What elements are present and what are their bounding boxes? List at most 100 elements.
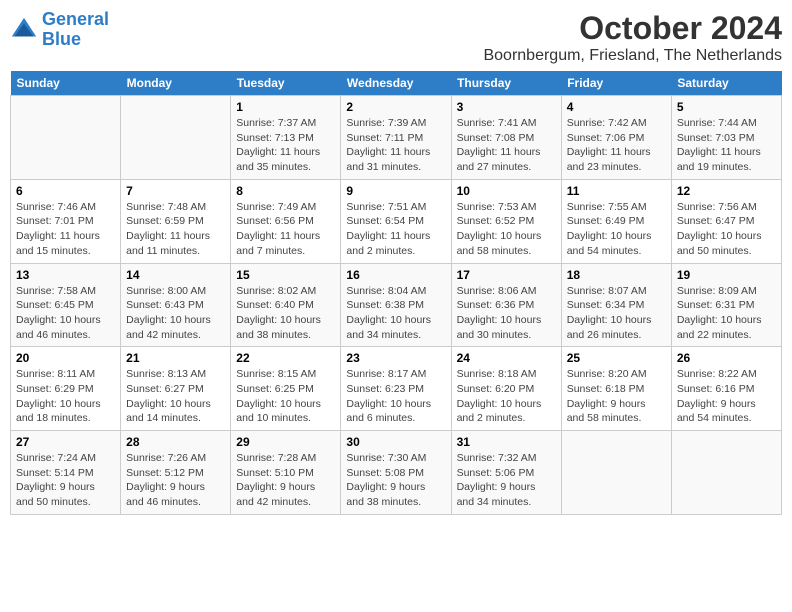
- day-info: Sunrise: 8:17 AM Sunset: 6:23 PM Dayligh…: [346, 367, 445, 426]
- calendar-cell: 11 Sunrise: 7:55 AM Sunset: 6:49 PM Dayli…: [561, 179, 671, 263]
- calendar-cell: [11, 96, 121, 180]
- calendar-cell: 31 Sunrise: 7:32 AM Sunset: 5:06 PM Dayli…: [451, 431, 561, 515]
- header-thursday: Thursday: [451, 71, 561, 96]
- day-info: Sunrise: 8:18 AM Sunset: 6:20 PM Dayligh…: [457, 367, 556, 426]
- day-info: Sunrise: 7:39 AM Sunset: 7:11 PM Dayligh…: [346, 116, 445, 175]
- day-info: Sunrise: 7:51 AM Sunset: 6:54 PM Dayligh…: [346, 200, 445, 259]
- day-info: Sunrise: 7:55 AM Sunset: 6:49 PM Dayligh…: [567, 200, 666, 259]
- day-info: Sunrise: 7:28 AM Sunset: 5:10 PM Dayligh…: [236, 451, 335, 510]
- day-number: 29: [236, 435, 335, 449]
- day-info: Sunrise: 8:11 AM Sunset: 6:29 PM Dayligh…: [16, 367, 115, 426]
- day-number: 8: [236, 184, 335, 198]
- day-number: 3: [457, 100, 556, 114]
- calendar-cell: [671, 431, 781, 515]
- day-number: 21: [126, 351, 225, 365]
- day-number: 31: [457, 435, 556, 449]
- day-number: 2: [346, 100, 445, 114]
- logo-text: General Blue: [42, 10, 109, 50]
- header-tuesday: Tuesday: [231, 71, 341, 96]
- day-info: Sunrise: 8:15 AM Sunset: 6:25 PM Dayligh…: [236, 367, 335, 426]
- logo: General Blue: [10, 10, 109, 50]
- day-info: Sunrise: 7:49 AM Sunset: 6:56 PM Dayligh…: [236, 200, 335, 259]
- calendar-cell: 18 Sunrise: 8:07 AM Sunset: 6:34 PM Dayli…: [561, 263, 671, 347]
- calendar-cell: 7 Sunrise: 7:48 AM Sunset: 6:59 PM Daylig…: [121, 179, 231, 263]
- calendar-cell: 5 Sunrise: 7:44 AM Sunset: 7:03 PM Daylig…: [671, 96, 781, 180]
- page-header: General Blue October 2024 Boornbergum, F…: [10, 10, 782, 65]
- day-info: Sunrise: 8:00 AM Sunset: 6:43 PM Dayligh…: [126, 284, 225, 343]
- day-number: 9: [346, 184, 445, 198]
- calendar-cell: 26 Sunrise: 8:22 AM Sunset: 6:16 PM Dayli…: [671, 347, 781, 431]
- calendar-week-4: 20 Sunrise: 8:11 AM Sunset: 6:29 PM Dayli…: [11, 347, 782, 431]
- day-info: Sunrise: 8:07 AM Sunset: 6:34 PM Dayligh…: [567, 284, 666, 343]
- calendar-cell: 20 Sunrise: 8:11 AM Sunset: 6:29 PM Dayli…: [11, 347, 121, 431]
- day-number: 5: [677, 100, 776, 114]
- day-number: 20: [16, 351, 115, 365]
- day-number: 12: [677, 184, 776, 198]
- day-info: Sunrise: 7:58 AM Sunset: 6:45 PM Dayligh…: [16, 284, 115, 343]
- day-number: 15: [236, 268, 335, 282]
- header-saturday: Saturday: [671, 71, 781, 96]
- calendar-cell: 29 Sunrise: 7:28 AM Sunset: 5:10 PM Dayli…: [231, 431, 341, 515]
- calendar-cell: 19 Sunrise: 8:09 AM Sunset: 6:31 PM Dayli…: [671, 263, 781, 347]
- day-number: 26: [677, 351, 776, 365]
- day-number: 18: [567, 268, 666, 282]
- day-info: Sunrise: 7:48 AM Sunset: 6:59 PM Dayligh…: [126, 200, 225, 259]
- calendar-cell: 17 Sunrise: 8:06 AM Sunset: 6:36 PM Dayli…: [451, 263, 561, 347]
- header-sunday: Sunday: [11, 71, 121, 96]
- day-info: Sunrise: 7:32 AM Sunset: 5:06 PM Dayligh…: [457, 451, 556, 510]
- calendar-cell: [561, 431, 671, 515]
- header-wednesday: Wednesday: [341, 71, 451, 96]
- calendar-header: Sunday Monday Tuesday Wednesday Thursday…: [11, 71, 782, 96]
- day-info: Sunrise: 7:41 AM Sunset: 7:08 PM Dayligh…: [457, 116, 556, 175]
- logo-line2: Blue: [42, 29, 81, 49]
- day-info: Sunrise: 8:20 AM Sunset: 6:18 PM Dayligh…: [567, 367, 666, 426]
- calendar-cell: 30Sunrise: 7:30 AM Sunset: 5:08 PM Dayli…: [341, 431, 451, 515]
- day-number: 11: [567, 184, 666, 198]
- day-info: Sunrise: 7:37 AM Sunset: 7:13 PM Dayligh…: [236, 116, 335, 175]
- calendar-cell: 14 Sunrise: 8:00 AM Sunset: 6:43 PM Dayli…: [121, 263, 231, 347]
- day-number: 17: [457, 268, 556, 282]
- day-number: 14: [126, 268, 225, 282]
- calendar-cell: [121, 96, 231, 180]
- calendar-week-1: 1 Sunrise: 7:37 AM Sunset: 7:13 PM Daylig…: [11, 96, 782, 180]
- header-row: Sunday Monday Tuesday Wednesday Thursday…: [11, 71, 782, 96]
- calendar-body: 1 Sunrise: 7:37 AM Sunset: 7:13 PM Daylig…: [11, 96, 782, 515]
- day-number: 16: [346, 268, 445, 282]
- header-monday: Monday: [121, 71, 231, 96]
- day-info: Sunrise: 8:06 AM Sunset: 6:36 PM Dayligh…: [457, 284, 556, 343]
- day-info: Sunrise: 7:42 AM Sunset: 7:06 PM Dayligh…: [567, 116, 666, 175]
- day-info: Sunrise: 8:09 AM Sunset: 6:31 PM Dayligh…: [677, 284, 776, 343]
- day-info: Sunrise: 7:26 AM Sunset: 5:12 PM Dayligh…: [126, 451, 225, 510]
- calendar-cell: 2 Sunrise: 7:39 AM Sunset: 7:11 PM Daylig…: [341, 96, 451, 180]
- day-number: 24: [457, 351, 556, 365]
- calendar-week-3: 13Sunrise: 7:58 AM Sunset: 6:45 PM Dayli…: [11, 263, 782, 347]
- day-number: 25: [567, 351, 666, 365]
- calendar-cell: 1 Sunrise: 7:37 AM Sunset: 7:13 PM Daylig…: [231, 96, 341, 180]
- day-number: 6: [16, 184, 115, 198]
- calendar-cell: 16 Sunrise: 8:04 AM Sunset: 6:38 PM Dayli…: [341, 263, 451, 347]
- calendar-cell: 23 Sunrise: 8:17 AM Sunset: 6:23 PM Dayli…: [341, 347, 451, 431]
- day-number: 1: [236, 100, 335, 114]
- day-number: 7: [126, 184, 225, 198]
- day-info: Sunrise: 7:56 AM Sunset: 6:47 PM Dayligh…: [677, 200, 776, 259]
- day-number: 10: [457, 184, 556, 198]
- logo-icon: [10, 16, 38, 44]
- day-number: 28: [126, 435, 225, 449]
- calendar-cell: 6Sunrise: 7:46 AM Sunset: 7:01 PM Daylig…: [11, 179, 121, 263]
- day-info: Sunrise: 8:22 AM Sunset: 6:16 PM Dayligh…: [677, 367, 776, 426]
- calendar-cell: 12 Sunrise: 7:56 AM Sunset: 6:47 PM Dayli…: [671, 179, 781, 263]
- logo-line1: General: [42, 9, 109, 29]
- calendar-cell: 24 Sunrise: 8:18 AM Sunset: 6:20 PM Dayli…: [451, 347, 561, 431]
- calendar-cell: 25 Sunrise: 8:20 AM Sunset: 6:18 PM Dayli…: [561, 347, 671, 431]
- day-info: Sunrise: 7:44 AM Sunset: 7:03 PM Dayligh…: [677, 116, 776, 175]
- day-number: 23: [346, 351, 445, 365]
- day-number: 19: [677, 268, 776, 282]
- day-number: 27: [16, 435, 115, 449]
- calendar-table: Sunday Monday Tuesday Wednesday Thursday…: [10, 71, 782, 515]
- header-friday: Friday: [561, 71, 671, 96]
- day-info: Sunrise: 8:13 AM Sunset: 6:27 PM Dayligh…: [126, 367, 225, 426]
- calendar-cell: 28 Sunrise: 7:26 AM Sunset: 5:12 PM Dayli…: [121, 431, 231, 515]
- day-number: 22: [236, 351, 335, 365]
- calendar-cell: 22 Sunrise: 8:15 AM Sunset: 6:25 PM Dayli…: [231, 347, 341, 431]
- day-info: Sunrise: 8:04 AM Sunset: 6:38 PM Dayligh…: [346, 284, 445, 343]
